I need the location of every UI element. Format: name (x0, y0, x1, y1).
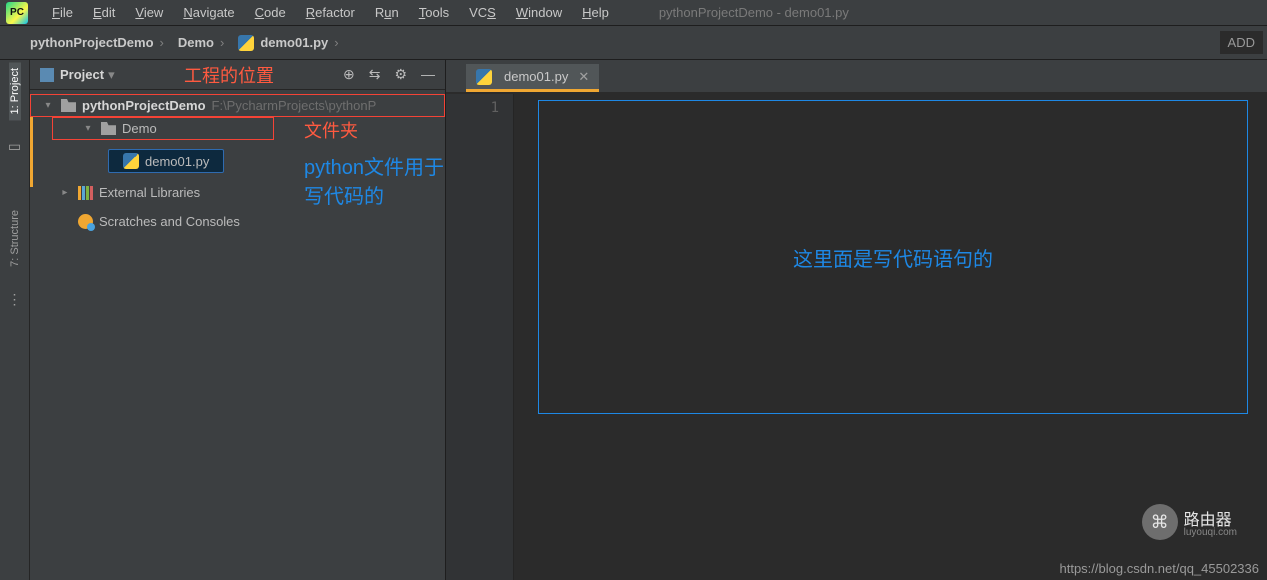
annotation-folder: 文件夹 (304, 117, 358, 143)
editor-tab-active[interactable]: demo01.py ✕ (466, 64, 599, 92)
breadcrumb-bar: pythonProjectDemo › Demo › demo01.py › A… (0, 26, 1267, 60)
tree-folder-name: Demo (122, 121, 157, 136)
editor-area: demo01.py ✕ 1 这里面是写代码语句的 (446, 60, 1267, 580)
tool-project-tab[interactable]: 1: Project (9, 62, 21, 120)
brand-badge: ⌘ 路由器 luyouqi.com (1142, 504, 1237, 540)
menu-tools[interactable]: Tools (409, 3, 459, 22)
menu-edit[interactable]: Edit (83, 3, 125, 22)
python-file-icon (123, 153, 139, 169)
folder-icon (61, 99, 76, 112)
project-tree: ▾ pythonProjectDemo F:\PycharmProjects\p… (30, 90, 445, 236)
tool-structure-tab[interactable]: 7: Structure (9, 204, 21, 273)
folder-gutter-icon[interactable]: ▭ (7, 138, 23, 154)
menu-refactor[interactable]: Refactor (296, 3, 365, 22)
menu-bar: PC File Edit View Navigate Code Refactor… (0, 0, 1267, 26)
left-tool-gutter: 1: Project ▭ 7: Structure ⋮ (0, 60, 30, 580)
menu-help[interactable]: Help (572, 3, 619, 22)
add-button[interactable]: ADD (1220, 31, 1263, 54)
watermark-url: https://blog.csdn.net/qq_45502336 (1060, 561, 1260, 576)
tree-root-path: F:\PycharmProjects\pythonP (212, 98, 377, 113)
editor-tab-label: demo01.py (504, 69, 568, 84)
annotation-project-location: 工程的位置 (184, 62, 274, 88)
crumb-project[interactable]: pythonProjectDemo › (26, 35, 174, 50)
expand-icon[interactable]: ⇆ (369, 66, 381, 83)
chevron-right-icon: › (154, 35, 170, 50)
menu-file[interactable]: File (42, 3, 83, 22)
menu-navigate[interactable]: Navigate (173, 3, 244, 22)
crumb-file-label: demo01.py (260, 35, 328, 50)
project-view-dropdown[interactable]: ▾ (108, 67, 115, 83)
line-number-1: 1 (446, 100, 499, 116)
window-title: pythonProjectDemo - demo01.py (659, 5, 849, 20)
tree-scratches-label: Scratches and Consoles (99, 214, 240, 229)
scratches-icon (78, 214, 93, 229)
tree-scratches[interactable]: Scratches and Consoles (30, 211, 445, 232)
crumb-file[interactable]: demo01.py › (234, 35, 348, 51)
brand-sub: luyouqi.com (1184, 527, 1237, 538)
brand-icon: ⌘ (1142, 504, 1178, 540)
tree-file-name: demo01.py (145, 154, 209, 169)
tree-external-label: External Libraries (99, 185, 200, 200)
chevron-down-icon[interactable]: ▾ (81, 123, 95, 134)
python-file-icon (238, 35, 254, 51)
project-panel: Project ▾ 工程的位置 ⊕ ⇆ ⚙ — ▾ pythonProjectD… (30, 60, 446, 580)
crumb-folder[interactable]: Demo › (174, 35, 234, 50)
crumb-project-label: pythonProjectDemo (30, 35, 154, 50)
chevron-down-icon[interactable]: ▾ (41, 100, 55, 111)
project-panel-header: Project ▾ 工程的位置 ⊕ ⇆ ⚙ — (30, 60, 445, 90)
locate-icon[interactable]: ⊕ (343, 66, 355, 83)
folder-icon (101, 122, 116, 135)
project-header-icon (40, 68, 54, 82)
chevron-right-icon[interactable]: ▾ (60, 186, 71, 200)
tree-external-libraries[interactable]: ▾ External Libraries (30, 182, 445, 203)
close-icon[interactable]: ✕ (578, 69, 589, 85)
gear-icon[interactable]: ⚙ (394, 66, 407, 83)
crumb-folder-label: Demo (178, 35, 214, 50)
annotation-code-area: 这里面是写代码语句的 (793, 243, 993, 272)
python-file-icon (476, 69, 492, 85)
line-number-gutter: 1 (446, 94, 514, 580)
pycharm-icon: PC (6, 2, 28, 24)
menu-code[interactable]: Code (245, 3, 296, 22)
tree-root[interactable]: ▾ pythonProjectDemo F:\PycharmProjects\p… (30, 94, 445, 117)
project-panel-title: Project (60, 67, 104, 82)
library-icon (78, 186, 93, 200)
menu-vcs[interactable]: VCS (459, 3, 506, 22)
chevron-right-icon: › (214, 35, 230, 50)
chevron-right-icon: › (328, 35, 344, 50)
tree-root-name: pythonProjectDemo (82, 98, 206, 113)
menu-view[interactable]: View (125, 3, 173, 22)
structure-gutter-icon[interactable]: ⋮ (7, 291, 23, 307)
menu-window[interactable]: Window (506, 3, 572, 22)
editor-tabs: demo01.py ✕ (446, 60, 1267, 94)
hide-icon[interactable]: — (421, 66, 435, 83)
code-area-highlight: 这里面是写代码语句的 (538, 100, 1248, 414)
tree-folder[interactable]: ▾ Demo (52, 117, 274, 140)
menu-run[interactable]: Run (365, 3, 409, 22)
